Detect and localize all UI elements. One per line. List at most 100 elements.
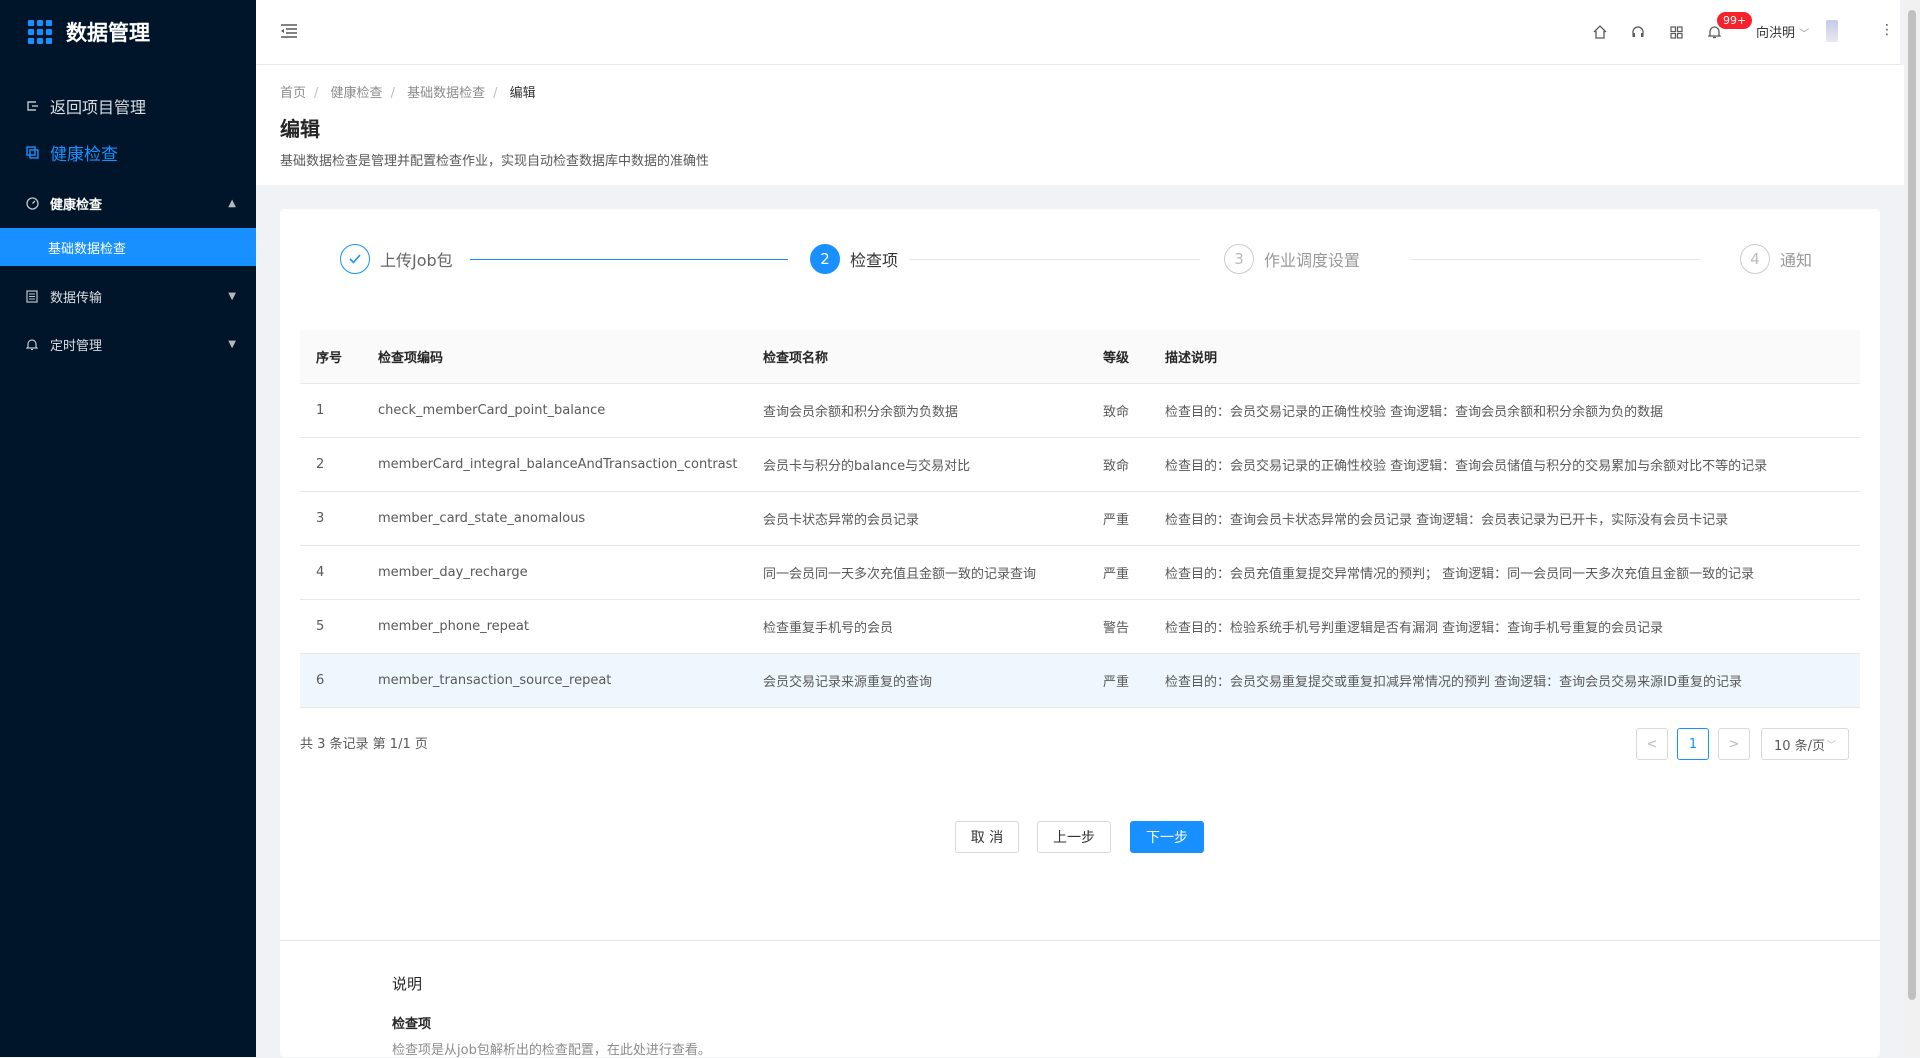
back-to-projects[interactable]: 返回项目管理	[0, 88, 256, 124]
headset-icon[interactable]	[1630, 24, 1646, 40]
cell-name: 会员卡与积分的balance与交易对比	[747, 437, 1087, 492]
cell-description: 检查目的：会员充值重复提交异常情况的预判； 查询逻辑：同一会员同一天多次充值且金…	[1149, 545, 1860, 600]
user-menu[interactable]: 向洪明 ﹀	[1756, 22, 1809, 41]
step-label: 作业调度设置	[1264, 251, 1361, 270]
step-check-items: 2 检查项	[810, 233, 898, 285]
cell-index: 6	[300, 653, 362, 708]
cell-name: 会员交易记录来源重复的查询	[747, 653, 1087, 708]
note-title: 说明	[392, 975, 423, 993]
menu-group-data-transfer[interactable]: 数据传输 ▼	[0, 276, 256, 316]
menu-group-label: 定时管理	[50, 338, 103, 354]
scrollbar-thumb[interactable]	[1908, 10, 1916, 1000]
top-header: 99+ 向洪明 ﹀ ⋮	[256, 0, 1900, 65]
table-row[interactable]: 4 member_day_recharge 同一会员同一天多次充值且金额一致的记…	[300, 545, 1860, 600]
page-size-value: 10 条/页	[1773, 738, 1826, 754]
chevron-down-icon: ▼	[228, 290, 236, 302]
chevron-down-icon: ▼	[228, 338, 236, 350]
menu-group-label: 健康检查	[50, 197, 103, 213]
cell-code: member_card_state_anomalous	[362, 491, 747, 546]
cell-description: 检查目的：检验系统手机号判重逻辑是否有漏洞 查询逻辑：查询手机号重复的会员记录	[1149, 599, 1860, 654]
step-label: 通知	[1780, 251, 1813, 270]
cell-level: 严重	[1087, 545, 1149, 600]
menu-group-schedule[interactable]: 定时管理 ▼	[0, 324, 256, 364]
cell-index: 1	[300, 383, 362, 438]
list-icon	[24, 288, 40, 304]
page-number-button[interactable]: 1	[1677, 728, 1709, 760]
notification-badge: 99+	[1717, 12, 1753, 29]
cell-code: member_day_recharge	[362, 545, 747, 600]
app-title: 数据管理	[66, 21, 150, 45]
user-name: 向洪明	[1756, 26, 1796, 41]
table-row[interactable]: 5 member_phone_repeat 检查重复手机号的会员 警告 检查目的…	[300, 599, 1860, 654]
step-schedule: 3 作业调度设置	[1224, 233, 1360, 285]
menu-fold-icon[interactable]	[280, 22, 298, 40]
step-number: 4	[1740, 244, 1770, 274]
col-header: 检查项名称	[747, 330, 1087, 384]
cell-name: 同一会员同一天多次充值且金额一致的记录查询	[747, 545, 1087, 600]
table-header-row: 序号 检查项编码 检查项名称 等级 描述说明	[300, 330, 1860, 384]
cell-description: 检查目的：会员交易记录的正确性校验 查询逻辑：查询会员储值与积分的交易累加与余额…	[1149, 437, 1860, 492]
cell-description: 检查目的：会员交易重复提交或重复扣减异常情况的预判 查询逻辑：查询会员交易来源I…	[1149, 653, 1860, 708]
page-description: 基础数据检查是管理并配置检查作业，实现自动检查数据库中数据的准确性	[280, 154, 710, 169]
page-header: 首页 / 健康检查 / 基础数据检查 / 编辑 编辑 基础数据检查是管理并配置检查作业…	[256, 65, 1904, 185]
app-grid-icon	[28, 20, 52, 44]
cell-level: 致命	[1087, 383, 1149, 438]
menu-item-label: 基础数据检查	[48, 241, 127, 257]
section-health-check[interactable]: 健康检查	[0, 134, 256, 170]
prev-page-button[interactable]: <	[1636, 728, 1668, 760]
menu-group-health[interactable]: 健康检查 ▲	[0, 183, 256, 223]
cell-level: 严重	[1087, 491, 1149, 546]
table-row[interactable]: 1 check_memberCard_point_balance 查询会员余额和…	[300, 383, 1860, 438]
avatar[interactable]	[1826, 20, 1838, 42]
sidebar: 数据管理 返回项目管理 健康检查 健康检查 ▲ 基础数据检查 数据传输 ▼ 定时…	[0, 0, 256, 1057]
cell-index: 3	[300, 491, 362, 546]
page-scrollbar[interactable]	[1904, 0, 1920, 1057]
cell-code: member_phone_repeat	[362, 599, 747, 654]
bell-icon	[24, 336, 40, 352]
cell-level: 致命	[1087, 437, 1149, 492]
steps: 上传Job包 2 检查项 3 作业调度设置 4 通知	[340, 233, 1876, 285]
dashboard-icon	[24, 195, 40, 211]
app-logo[interactable]: 数据管理	[0, 0, 256, 64]
breadcrumb-basic[interactable]: 基础数据检查	[407, 86, 485, 101]
section-label: 健康检查	[50, 144, 118, 165]
breadcrumb-home[interactable]: 首页	[280, 86, 306, 101]
previous-step-button[interactable]: 上一步	[1037, 821, 1111, 853]
cell-name: 会员卡状态异常的会员记录	[747, 491, 1087, 546]
next-step-button[interactable]: 下一步	[1130, 821, 1204, 853]
cell-description: 检查目的：查询会员卡状态异常的会员记录 查询逻辑：会员表记录为已开卡，实际没有会…	[1149, 491, 1860, 546]
cell-level: 警告	[1087, 599, 1149, 654]
page-size-select[interactable]: 10 条/页 ﹀	[1761, 728, 1849, 760]
menu-group-label: 数据传输	[50, 290, 103, 306]
cell-code: member_transaction_source_repeat	[362, 653, 747, 708]
col-header: 等级	[1087, 330, 1149, 384]
table-row[interactable]: 3 member_card_state_anomalous 会员卡状态异常的会员…	[300, 491, 1860, 546]
back-icon	[24, 98, 40, 114]
cell-name: 检查重复手机号的会员	[747, 599, 1087, 654]
step-label: 上传Job包	[380, 251, 453, 270]
breadcrumb-health[interactable]: 健康检查	[331, 86, 383, 101]
cell-name: 查询会员余额和积分余额为负数据	[747, 383, 1087, 438]
cell-index: 5	[300, 599, 362, 654]
note-subtitle: 检查项	[392, 1017, 432, 1032]
step-connector	[910, 259, 1200, 260]
cell-code: check_memberCard_point_balance	[362, 383, 747, 438]
table-row[interactable]: 6 member_transaction_source_repeat 会员交易记…	[300, 653, 1860, 708]
check-items-table: 序号 检查项编码 检查项名称 等级 描述说明 1 check_memberCar…	[300, 330, 1860, 708]
col-header: 序号	[300, 330, 362, 384]
pagination-summary: 共 3 条记录 第 1/1 页	[300, 737, 428, 752]
table-row[interactable]: 2 memberCard_integral_balanceAndTransact…	[300, 437, 1860, 492]
col-header: 检查项编码	[362, 330, 747, 384]
menu-item-basic-data-check[interactable]: 基础数据检查	[0, 228, 256, 266]
breadcrumb-current: 编辑	[509, 86, 536, 101]
step-connector	[1410, 259, 1700, 260]
apps-icon[interactable]	[1668, 24, 1684, 40]
cancel-button[interactable]: 取 消	[955, 821, 1019, 853]
step-upload-job: 上传Job包	[340, 233, 453, 285]
breadcrumb: 首页 / 健康检查 / 基础数据检查 / 编辑	[280, 86, 536, 101]
more-vertical-icon[interactable]: ⋮	[1880, 22, 1894, 38]
next-page-button[interactable]: >	[1718, 728, 1750, 760]
col-header: 描述说明	[1149, 330, 1860, 384]
divider	[280, 940, 1880, 941]
home-icon[interactable]	[1592, 24, 1608, 40]
